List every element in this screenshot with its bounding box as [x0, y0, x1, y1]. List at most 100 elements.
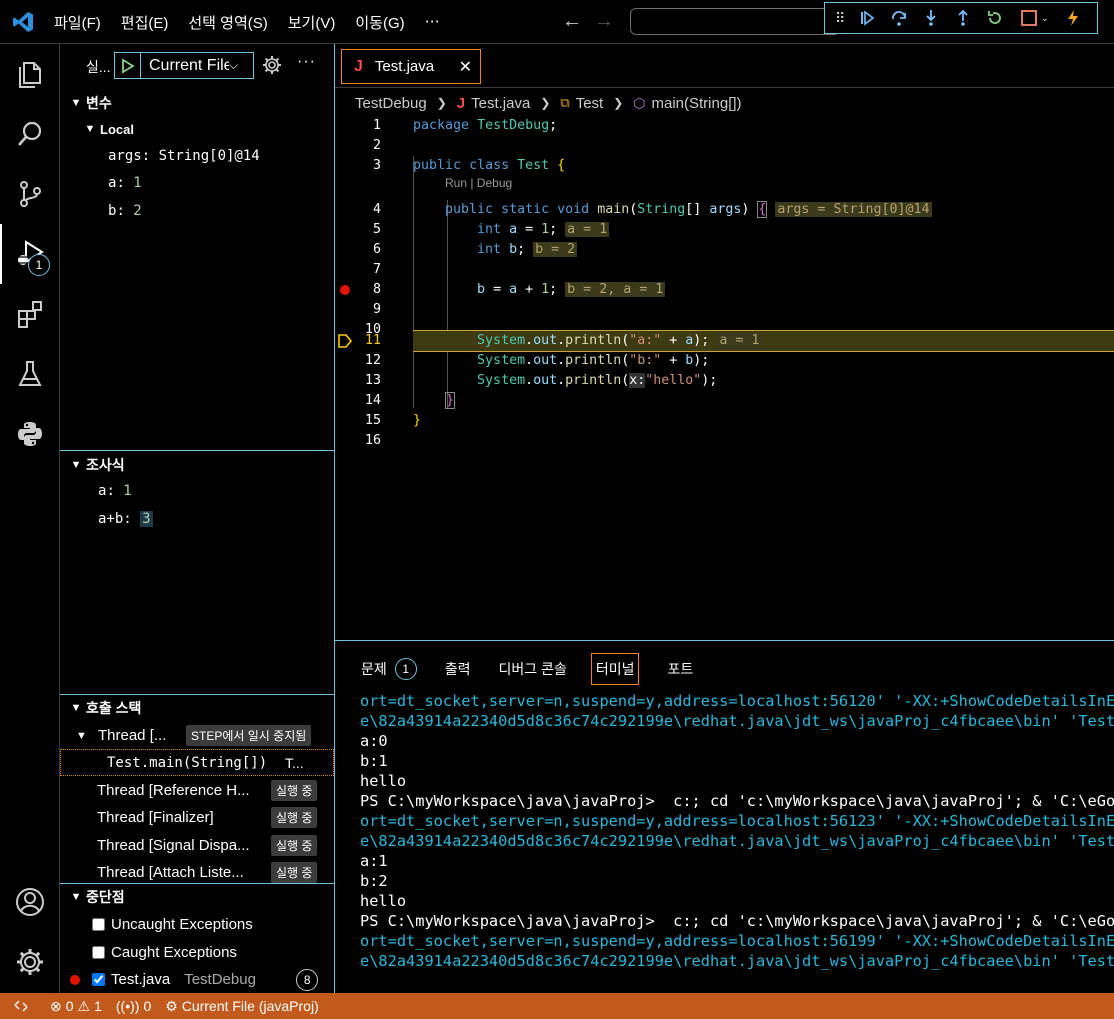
step-over-icon[interactable]	[889, 8, 909, 28]
breakpoint-caught-row[interactable]: Caught Exceptions	[60, 939, 334, 966]
watch-value: 3	[140, 511, 153, 527]
python-icon[interactable]	[12, 416, 48, 452]
line-number: 16	[364, 433, 381, 448]
breakpoint-file: Test.java	[111, 971, 171, 988]
command-center-search[interactable]	[630, 8, 840, 35]
watch-row[interactable]: a: 1	[98, 483, 132, 499]
thread-row[interactable]: Thread [Finalizer] 실행 중	[60, 804, 334, 831]
variable-row[interactable]: b: 2	[108, 203, 142, 219]
watch-row[interactable]: a+b: 3	[98, 511, 153, 527]
breakpoint-enabled-checkbox[interactable]	[92, 973, 105, 986]
tab-ports[interactable]: 포트	[667, 653, 693, 685]
explorer-icon[interactable]	[12, 56, 48, 92]
inline-value: b = 2, a = 1	[565, 282, 666, 297]
line-number: 5	[372, 222, 381, 237]
code-line: 14 }	[335, 391, 1114, 411]
thread-row[interactable]: Thread [Signal Dispa... 실행 중	[60, 832, 334, 859]
chevron-right-icon: ❯	[540, 96, 551, 110]
uncaught-label: Uncaught Exceptions	[111, 916, 253, 933]
variable-row[interactable]: a: 1	[108, 175, 142, 191]
tab-test-java[interactable]: J Test.java ✕	[341, 49, 481, 84]
line-number: 13	[364, 373, 381, 388]
stop-icon[interactable]: ⌄	[1017, 8, 1051, 28]
terminal-line: b:1	[360, 752, 388, 770]
tab-problems[interactable]: 문제 1	[361, 653, 417, 685]
menu-more[interactable]: ⋯	[425, 12, 440, 33]
stack-frame-row[interactable]: Test.main(String[]) T...	[60, 749, 334, 776]
settings-gear-icon[interactable]	[12, 944, 48, 980]
step-out-icon[interactable]	[953, 8, 973, 28]
caught-exceptions-checkbox[interactable]	[92, 946, 105, 959]
menu-selection[interactable]: 선택 영역(S)	[188, 12, 267, 33]
drag-handle-icon[interactable]: ⠿	[835, 10, 845, 27]
stack-frame-name: Test.main(String[])	[107, 754, 268, 771]
editor-tab-bar: J Test.java ✕	[335, 44, 1114, 88]
tab-output[interactable]: 출력	[445, 653, 471, 685]
debug-sidebar: 실... Current File ⌵ ··· ▼ 변수 ▼ Local arg…	[60, 44, 335, 993]
gear-icon[interactable]	[262, 55, 282, 78]
problems-status[interactable]: ⊗ 0 ⚠ 1	[50, 998, 102, 1015]
breadcrumb-project[interactable]: TestDebug	[355, 95, 427, 112]
hot-code-replace-icon[interactable]	[1063, 8, 1083, 28]
tab-debug-console[interactable]: 디버그 콘솔	[499, 653, 567, 685]
local-scope-header[interactable]: ▼ Local	[60, 116, 334, 142]
breakpoint-file-row[interactable]: Test.java TestDebug 8	[60, 966, 334, 993]
uncaught-exceptions-checkbox[interactable]	[92, 918, 105, 931]
search-icon[interactable]	[12, 116, 48, 152]
tab-terminal[interactable]: 터미널	[590, 653, 640, 685]
ports-status[interactable]: ((•)) 0	[116, 998, 151, 1014]
terminal-output[interactable]: ort=dt_socket,server=n,suspend=y,address…	[360, 691, 1114, 991]
code-line: 13 System.out.println(x:"hello");	[335, 371, 1114, 391]
code-line: 8 b = a + 1; b = 2, a = 1	[335, 280, 1114, 300]
breadcrumb-file[interactable]: Test.java	[471, 95, 530, 112]
line-number: 14	[364, 393, 381, 408]
code-editor[interactable]: 1 package TestDebug; 2 3 public class Test…	[335, 116, 1114, 640]
launch-config-select[interactable]: Current File ⌵	[114, 52, 254, 79]
breakpoints-section-header[interactable]: ▼ 중단점	[60, 884, 334, 910]
breadcrumb: TestDebug ❯ J Test.java ❯ ⧉ Test ❯ ⬡ mai…	[355, 92, 742, 114]
callstack-section-header[interactable]: ▼ 호출 스택	[60, 695, 334, 721]
source-control-icon[interactable]	[12, 176, 48, 212]
extensions-icon[interactable]	[12, 296, 48, 332]
accounts-icon[interactable]	[12, 884, 48, 920]
run-config-label: Current File (javaProj)	[181, 998, 319, 1014]
menu-view[interactable]: 보기(V)	[288, 12, 336, 33]
restart-icon[interactable]	[985, 8, 1005, 28]
step-into-icon[interactable]	[921, 8, 941, 28]
breakpoint-uncaught-row[interactable]: Uncaught Exceptions	[60, 911, 334, 938]
thread-name: Thread [...	[98, 727, 167, 744]
error-icon: ⊗	[50, 997, 62, 1014]
continue-icon[interactable]	[857, 8, 877, 28]
menu-file[interactable]: 파일(F)	[54, 12, 101, 33]
line-number: 12	[364, 353, 381, 368]
close-icon[interactable]: ✕	[459, 57, 472, 77]
chevron-right-icon: ❯	[436, 96, 447, 110]
variables-section-header[interactable]: ▼ 변수	[60, 90, 334, 116]
back-arrow-icon[interactable]: ←	[562, 10, 582, 33]
thread-row[interactable]: Thread [Reference H... 실행 중	[60, 777, 334, 804]
more-actions-icon[interactable]: ···	[297, 53, 316, 71]
run-config-status[interactable]: ⚙ Current File (javaProj)	[165, 998, 319, 1015]
broadcast-icon: ((•))	[115, 998, 140, 1014]
variable-row[interactable]: args: String[0]@14	[108, 148, 260, 164]
codelens-run-debug[interactable]: Run | Debug	[445, 176, 512, 190]
debug-icon: ⚙	[165, 997, 178, 1014]
thread-main-row[interactable]: ▼ Thread [... STEP에서 일시 중지됨	[60, 722, 334, 749]
menu-go[interactable]: 이동(G)	[355, 12, 404, 33]
breadcrumb-class[interactable]: Test	[576, 95, 604, 112]
forward-arrow-icon[interactable]: →	[594, 10, 614, 33]
remote-indicator-icon[interactable]	[14, 999, 28, 1013]
line-number: 11	[364, 333, 381, 348]
terminal-line: ort=dt_socket,server=n,suspend=y,address…	[360, 692, 1114, 710]
code-line: 16	[335, 431, 1114, 451]
variable-name: a	[108, 175, 117, 191]
start-debugging-icon[interactable]	[115, 53, 141, 78]
menu-edit[interactable]: 편집(E)	[121, 12, 169, 33]
ports-count: 0	[143, 998, 152, 1014]
run-badge: 1	[28, 254, 50, 276]
line-number: 8	[372, 282, 381, 297]
testing-flask-icon[interactable]	[12, 356, 48, 392]
breadcrumb-method[interactable]: main(String[])	[652, 95, 742, 112]
thread-row[interactable]: Thread [Attach Liste... 실행 중	[60, 859, 334, 886]
watch-section-header[interactable]: ▼ 조사식	[60, 452, 334, 478]
